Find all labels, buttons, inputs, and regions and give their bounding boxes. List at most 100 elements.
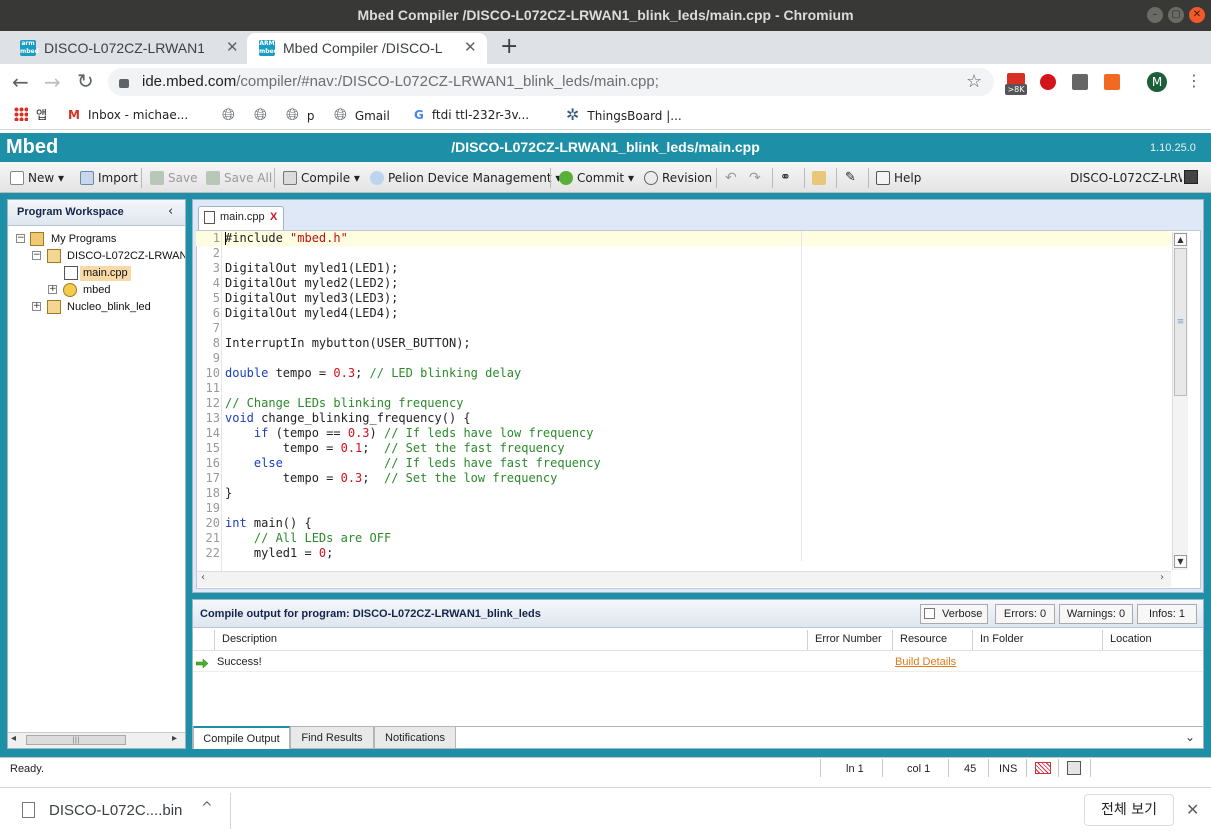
profile-avatar[interactable]: M <box>1147 72 1167 92</box>
code-line[interactable]: } <box>225 486 232 501</box>
close-tab-icon[interactable]: X <box>270 211 277 223</box>
chevron-down-icon[interactable]: ⌄ <box>1185 730 1195 744</box>
column-in-folder[interactable]: In Folder <box>980 633 1023 645</box>
tab-compile-output[interactable]: Compile Output <box>193 726 290 749</box>
verbose-checkbox[interactable] <box>924 608 935 619</box>
import-button[interactable]: Import <box>80 170 138 186</box>
tree-my-programs[interactable]: My Programs <box>51 233 116 245</box>
code-line[interactable]: void change_blinking_frequency() { <box>225 411 471 426</box>
compile-button[interactable]: Compile ▾ <box>283 170 360 186</box>
commit-button[interactable]: Commit ▾ <box>559 170 634 186</box>
build-details-link[interactable]: Build Details <box>895 656 956 668</box>
code-line[interactable]: tempo = 0.1; // Set the fast frequency <box>225 441 565 456</box>
extension-icon[interactable] <box>1072 74 1088 90</box>
warnings-filter-button[interactable]: Warnings: 0 <box>1059 604 1133 624</box>
column-error-number[interactable]: Error Number <box>815 633 882 645</box>
reload-icon[interactable]: ↻ <box>77 69 94 93</box>
editor-horizontal-scrollbar[interactable] <box>197 571 1171 587</box>
code-line[interactable]: // Change LEDs blinking frequency <box>225 396 463 411</box>
expand-icon[interactable]: + <box>48 285 57 294</box>
download-chevron-icon[interactable]: ^ <box>201 800 213 816</box>
code-line[interactable]: DigitalOut myled2(LED2); <box>225 276 398 291</box>
magic-wand-icon[interactable]: ✎ <box>845 170 856 186</box>
adblock-extension-icon[interactable] <box>1040 74 1056 90</box>
code-line[interactable]: // All LEDs are OFF <box>225 531 391 546</box>
pelion-button[interactable]: Pelion Device Management ▾ <box>370 170 561 186</box>
code-line[interactable]: tempo = 0.3; // Set the low frequency <box>225 471 558 486</box>
show-all-downloads-button[interactable]: 전체 보기 <box>1084 794 1174 826</box>
scroll-left-icon[interactable]: ◂ <box>11 733 16 744</box>
code-line[interactable]: int main() { <box>225 516 312 531</box>
code-line[interactable]: double tempo = 0.3; // LED blinking dela… <box>225 366 521 381</box>
code-line[interactable]: DigitalOut myled4(LED4); <box>225 306 398 321</box>
code-line[interactable]: DigitalOut myled1(LED1); <box>225 261 398 276</box>
bookmark-inbox[interactable]: M Inbox - michae... <box>68 105 188 125</box>
undo-icon[interactable]: ↶ <box>725 170 737 186</box>
bookmark-p[interactable]: 🌐︎ p <box>286 105 314 125</box>
tab-notifications[interactable]: Notifications <box>374 726 456 749</box>
forward-icon[interactable]: → <box>44 70 61 94</box>
tree-program-nucleo[interactable]: Nucleo_blink_led <box>67 301 151 313</box>
scroll-down-icon[interactable]: ▼ <box>1174 555 1187 568</box>
url-text[interactable]: ide.mbed.com/compiler/#nav:/DISCO-L072CZ… <box>142 73 659 90</box>
collapse-icon[interactable]: − <box>32 251 41 260</box>
lock-icon[interactable] <box>119 79 129 88</box>
table-row[interactable] <box>193 652 1203 672</box>
column-description[interactable]: Description <box>222 633 277 645</box>
code-line[interactable]: myled1 = 0; <box>225 546 334 561</box>
scroll-right-icon[interactable]: › <box>1160 572 1164 583</box>
code-line[interactable]: #include "mbed.h" <box>225 231 348 246</box>
tab-close-icon[interactable]: ✕ <box>464 38 477 56</box>
scrollbar-thumb[interactable]: ≡ <box>1174 248 1187 396</box>
close-window-icon[interactable]: ✕ <box>1189 7 1205 23</box>
gmail-extension-icon[interactable]: >8K <box>1005 73 1027 95</box>
collapse-panel-icon[interactable]: ‹ <box>168 204 173 219</box>
code-line[interactable]: else // If leds have fast frequency <box>225 456 601 471</box>
network-status-icon[interactable] <box>1067 761 1081 775</box>
bookmark-gmail[interactable]: 🌐︎ Gmail <box>334 105 390 125</box>
new-tab-icon[interactable]: + <box>500 34 518 59</box>
column-location[interactable]: Location <box>1110 633 1152 645</box>
scrollbar-thumb[interactable]: ||| <box>26 735 126 745</box>
download-file-name[interactable]: DISCO-L072C....bin <box>49 802 182 819</box>
minimize-icon[interactable]: – <box>1147 7 1163 23</box>
scroll-left-icon[interactable]: ‹ <box>201 572 205 583</box>
tree-lib-mbed[interactable]: mbed <box>83 284 111 296</box>
code-line[interactable]: DigitalOut myled3(LED3); <box>225 291 398 306</box>
expand-icon[interactable]: + <box>32 302 41 311</box>
bookmark-globe-1[interactable]: 🌐︎ <box>222 105 235 125</box>
redo-icon[interactable]: ↷ <box>749 170 761 186</box>
collapse-icon[interactable]: − <box>16 234 25 243</box>
menu-icon[interactable]: ⋮ <box>1186 71 1202 90</box>
infos-filter-button[interactable]: Infos: 1 <box>1137 604 1197 624</box>
scroll-right-icon[interactable]: ▸ <box>172 733 177 744</box>
save-button[interactable]: Save <box>150 170 197 186</box>
tab-close-icon[interactable]: ✕ <box>226 38 239 56</box>
tab-find-results[interactable]: Find Results <box>290 726 374 749</box>
tree-program-disco[interactable]: DISCO-L072CZ-LRWAN <box>67 250 185 262</box>
tree-file-main-cpp[interactable]: main.cpp <box>80 266 131 281</box>
errors-filter-button[interactable]: Errors: 0 <box>995 604 1055 624</box>
column-resource[interactable]: Resource <box>900 633 947 645</box>
board-icon[interactable] <box>1184 170 1198 184</box>
format-code-icon[interactable] <box>812 170 830 186</box>
find-binoculars-icon[interactable]: ⚭ <box>780 170 791 186</box>
bookmark-apps[interactable]: 앱 <box>14 105 47 125</box>
bookmark-thingsboard[interactable]: ✲ ThingsBoard |... <box>566 105 682 125</box>
back-icon[interactable]: ← <box>12 70 29 94</box>
scroll-up-icon[interactable]: ▲ <box>1174 233 1187 246</box>
maximize-icon[interactable]: ▢ <box>1168 7 1184 23</box>
target-selector[interactable]: DISCO-L072CZ-LRWA <box>1070 170 1182 186</box>
extension-icon[interactable] <box>1104 74 1120 90</box>
new-button[interactable]: New ▾ <box>10 170 64 186</box>
code-line[interactable]: if (tempo == 0.3) // If leds have low fr… <box>225 426 594 441</box>
revision-button[interactable]: Revision <box>644 170 712 186</box>
bookmark-star-icon[interactable]: ☆ <box>966 71 982 92</box>
close-download-bar-icon[interactable]: ✕ <box>1186 800 1199 819</box>
keyboard-flag-icon[interactable] <box>1035 762 1051 774</box>
bookmark-globe-2[interactable]: 🌐︎ <box>254 105 267 125</box>
save-all-button[interactable]: Save All <box>206 170 272 186</box>
bookmark-ftdi[interactable]: Gftdi ttl-232r-3v... <box>414 105 529 125</box>
code-line[interactable]: InterruptIn mybutton(USER_BUTTON); <box>225 336 471 351</box>
help-button[interactable]: Help <box>876 170 921 186</box>
